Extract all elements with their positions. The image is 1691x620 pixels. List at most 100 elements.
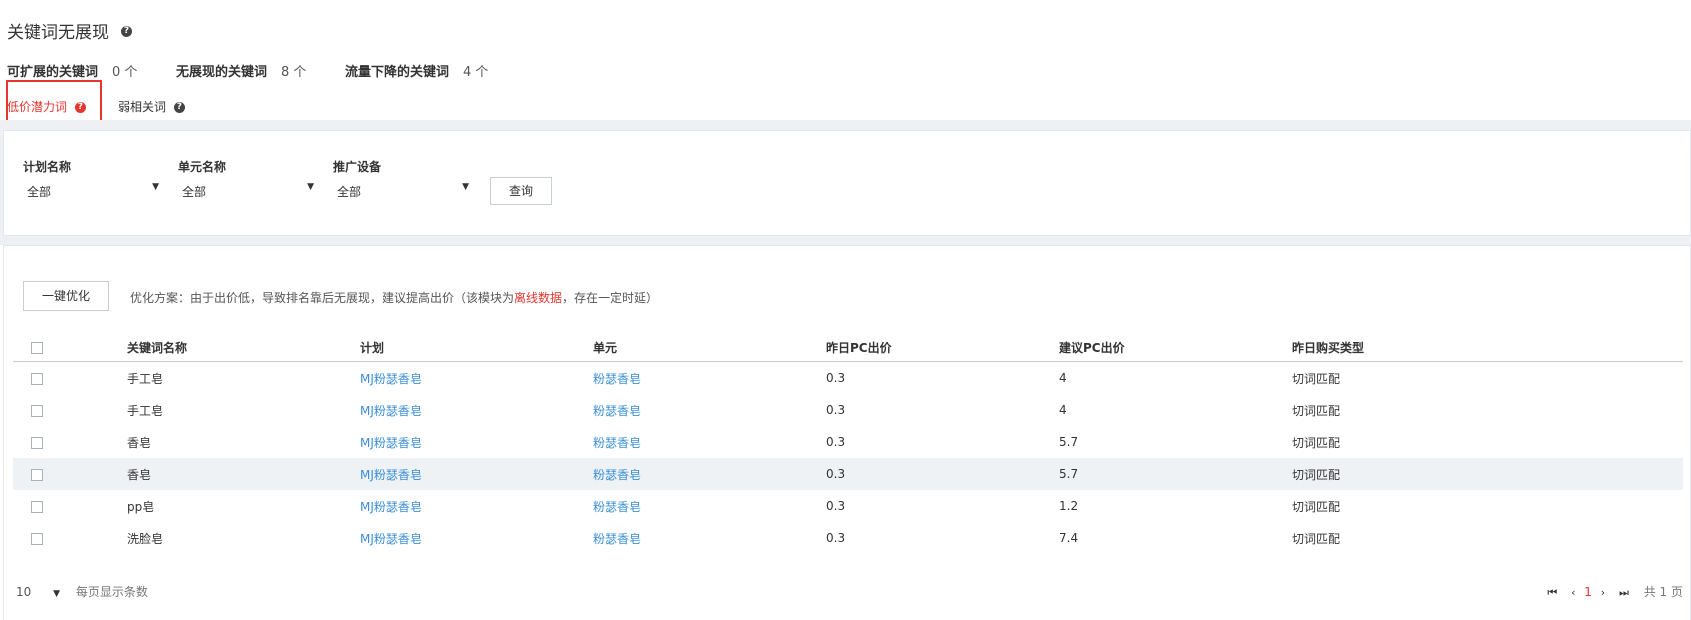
match-type-cell: 切词匹配	[1292, 499, 1341, 514]
stat-value: 0 个	[112, 65, 138, 80]
keyword-table: 关键词名称 计划 单元 昨日PC出价 建议PC出价 昨日购买类型 手工皂 MJ粉…	[13, 333, 1683, 554]
select-all-cell	[13, 333, 127, 362]
unit-filter-label: 单元名称	[178, 160, 227, 174]
unit-select-value: 全部	[182, 185, 207, 199]
yesterday-bid-cell: 0.3	[826, 403, 846, 417]
optimize-text-prefix: 优化方案：由于出价低，导致排名靠后无展现，建议提高出价（该模块为	[130, 291, 515, 305]
row-checkbox[interactable]	[31, 404, 43, 417]
one-click-optimize-button[interactable]: 一键优化	[23, 281, 109, 311]
unit-link[interactable]: 粉瑟香皂	[593, 468, 641, 482]
page-size-value: 10	[16, 585, 32, 599]
stat-value: 4 个	[463, 65, 489, 80]
table-header-row: 关键词名称 计划 单元 昨日PC出价 建议PC出价 昨日购买类型	[13, 333, 1683, 362]
keyword-cell: 手工皂	[127, 371, 164, 386]
tab-label: 弱相关词	[118, 100, 167, 114]
suggested-bid-cell: 1.2	[1059, 499, 1079, 513]
yesterday-bid-cell: 0.3	[826, 531, 846, 545]
device-filter-label: 推广设备	[333, 160, 382, 174]
plan-link[interactable]: MJ粉瑟香皂	[360, 532, 422, 546]
yesterday-bid-cell: 0.3	[826, 458, 1059, 490]
table-row: 香皂 MJ粉瑟香皂 粉瑟香皂 0.3 5.7 切词匹配	[13, 458, 1683, 490]
prev-page-icon[interactable]: ‹	[1571, 586, 1575, 599]
row-select-cell	[13, 458, 127, 490]
page-title: 关键词无展现	[7, 23, 109, 43]
unit-link[interactable]: 粉瑟香皂	[593, 436, 641, 450]
stat-label: 流量下降的关键词	[345, 65, 450, 80]
keyword-cell: 香皂	[127, 435, 152, 450]
plan-link[interactable]: MJ粉瑟香皂	[360, 372, 422, 386]
unit-link[interactable]: 粉瑟香皂	[593, 500, 641, 514]
page-size-select[interactable]: 10 ▼	[16, 585, 64, 599]
row-checkbox[interactable]	[31, 532, 43, 545]
match-type-cell: 切词匹配	[1292, 531, 1341, 546]
help-icon[interactable]: ?	[121, 26, 132, 37]
col-yesterday-pc-bid[interactable]: 昨日PC出价	[826, 333, 1059, 362]
last-page-icon[interactable]: ⏭	[1619, 586, 1629, 600]
keyword-cell: 香皂	[127, 458, 360, 490]
stat-label: 可扩展的关键词	[7, 65, 99, 80]
filter-panel: 计划名称 全部 ▼ 单元名称 全部 ▼ 推广设备 全部 ▼ 查询	[3, 130, 1691, 236]
row-checkbox[interactable]	[31, 436, 43, 449]
dropdown-arrow-icon: ▼	[53, 589, 61, 599]
first-page-icon[interactable]: ⏮	[1547, 586, 1557, 600]
unit-link[interactable]: 粉瑟香皂	[593, 532, 641, 546]
col-plan[interactable]: 计划	[360, 333, 593, 362]
tab-weak-related-words[interactable]: 弱相关词 ?	[118, 98, 185, 115]
match-type-cell: 切词匹配	[1292, 371, 1341, 386]
keyword-cell: pp皂	[127, 499, 155, 514]
stat-traffic-drop: 流量下降的关键词 4 个	[345, 61, 488, 80]
col-suggested-pc-bid[interactable]: 建议PC出价	[1059, 333, 1292, 362]
current-page[interactable]: 1	[1584, 585, 1592, 599]
device-select-value: 全部	[337, 185, 362, 199]
optimize-text-suffix: ，存在一定时延）	[562, 291, 659, 305]
suggested-bid-cell: 5.7	[1059, 435, 1079, 449]
yesterday-bid-cell: 0.3	[826, 371, 846, 385]
dropdown-arrow-icon: ▼	[152, 182, 159, 192]
row-select-cell	[13, 362, 127, 395]
stat-value: 8 个	[281, 65, 307, 80]
row-checkbox[interactable]	[31, 500, 43, 513]
table-row: 手工皂 MJ粉瑟香皂 粉瑟香皂 0.3 4 切词匹配	[13, 362, 1683, 395]
page-size-control: 10 ▼ 每页显示条数	[16, 583, 148, 600]
unit-link[interactable]: 粉瑟香皂	[593, 404, 641, 418]
suggested-bid-cell: 4	[1059, 371, 1067, 385]
row-select-cell	[13, 426, 127, 458]
row-checkbox[interactable]	[31, 372, 43, 385]
next-page-icon[interactable]: ›	[1601, 586, 1605, 599]
keyword-cell: 手工皂	[127, 403, 164, 418]
suggested-bid-cell: 5.7	[1059, 458, 1292, 490]
offline-data-highlight: 离线数据	[514, 291, 563, 305]
suggested-bid-cell: 4	[1059, 403, 1067, 417]
plan-select[interactable]: 全部 ▼	[23, 178, 159, 202]
plan-filter-label: 计划名称	[23, 160, 72, 174]
dropdown-arrow-icon: ▼	[462, 182, 469, 192]
select-all-checkbox[interactable]	[31, 341, 43, 354]
plan-link[interactable]: MJ粉瑟香皂	[360, 468, 422, 482]
plan-link[interactable]: MJ粉瑟香皂	[360, 436, 422, 450]
col-yesterday-match-type[interactable]: 昨日购买类型	[1292, 333, 1683, 362]
yesterday-bid-cell: 0.3	[826, 435, 846, 449]
stat-label: 无展现的关键词	[176, 65, 268, 80]
row-select-cell	[13, 490, 127, 522]
match-type-cell: 切词匹配	[1292, 435, 1341, 450]
match-type-cell: 切词匹配	[1292, 458, 1683, 490]
col-unit[interactable]: 单元	[593, 333, 826, 362]
plan-link[interactable]: MJ粉瑟香皂	[360, 404, 422, 418]
row-checkbox[interactable]	[31, 468, 43, 481]
suggested-bid-cell: 7.4	[1059, 531, 1079, 545]
table-row: 洗脸皂 MJ粉瑟香皂 粉瑟香皂 0.3 7.4 切词匹配	[13, 522, 1683, 554]
table-row: 香皂 MJ粉瑟香皂 粉瑟香皂 0.3 5.7 切词匹配	[13, 426, 1683, 458]
plan-select-value: 全部	[27, 185, 52, 199]
device-select[interactable]: 全部 ▼	[333, 178, 469, 202]
optimize-description: 优化方案：由于出价低，导致排名靠后无展现，建议提高出价（该模块为离线数据，存在一…	[130, 289, 658, 306]
row-select-cell	[13, 394, 127, 426]
unit-link[interactable]: 粉瑟香皂	[593, 372, 641, 386]
unit-select[interactable]: 全部 ▼	[178, 178, 314, 202]
plan-link[interactable]: MJ粉瑟香皂	[360, 500, 422, 514]
help-icon[interactable]: ?	[173, 102, 185, 113]
query-button[interactable]: 查询	[490, 177, 552, 205]
stat-no-impression: 无展现的关键词 8 个	[176, 61, 306, 80]
page-size-label: 每页显示条数	[75, 585, 148, 599]
col-keyword[interactable]: 关键词名称	[127, 333, 360, 362]
pagination: ⏮ ‹ 1 › ⏭ 共 1 页	[1542, 583, 1683, 600]
